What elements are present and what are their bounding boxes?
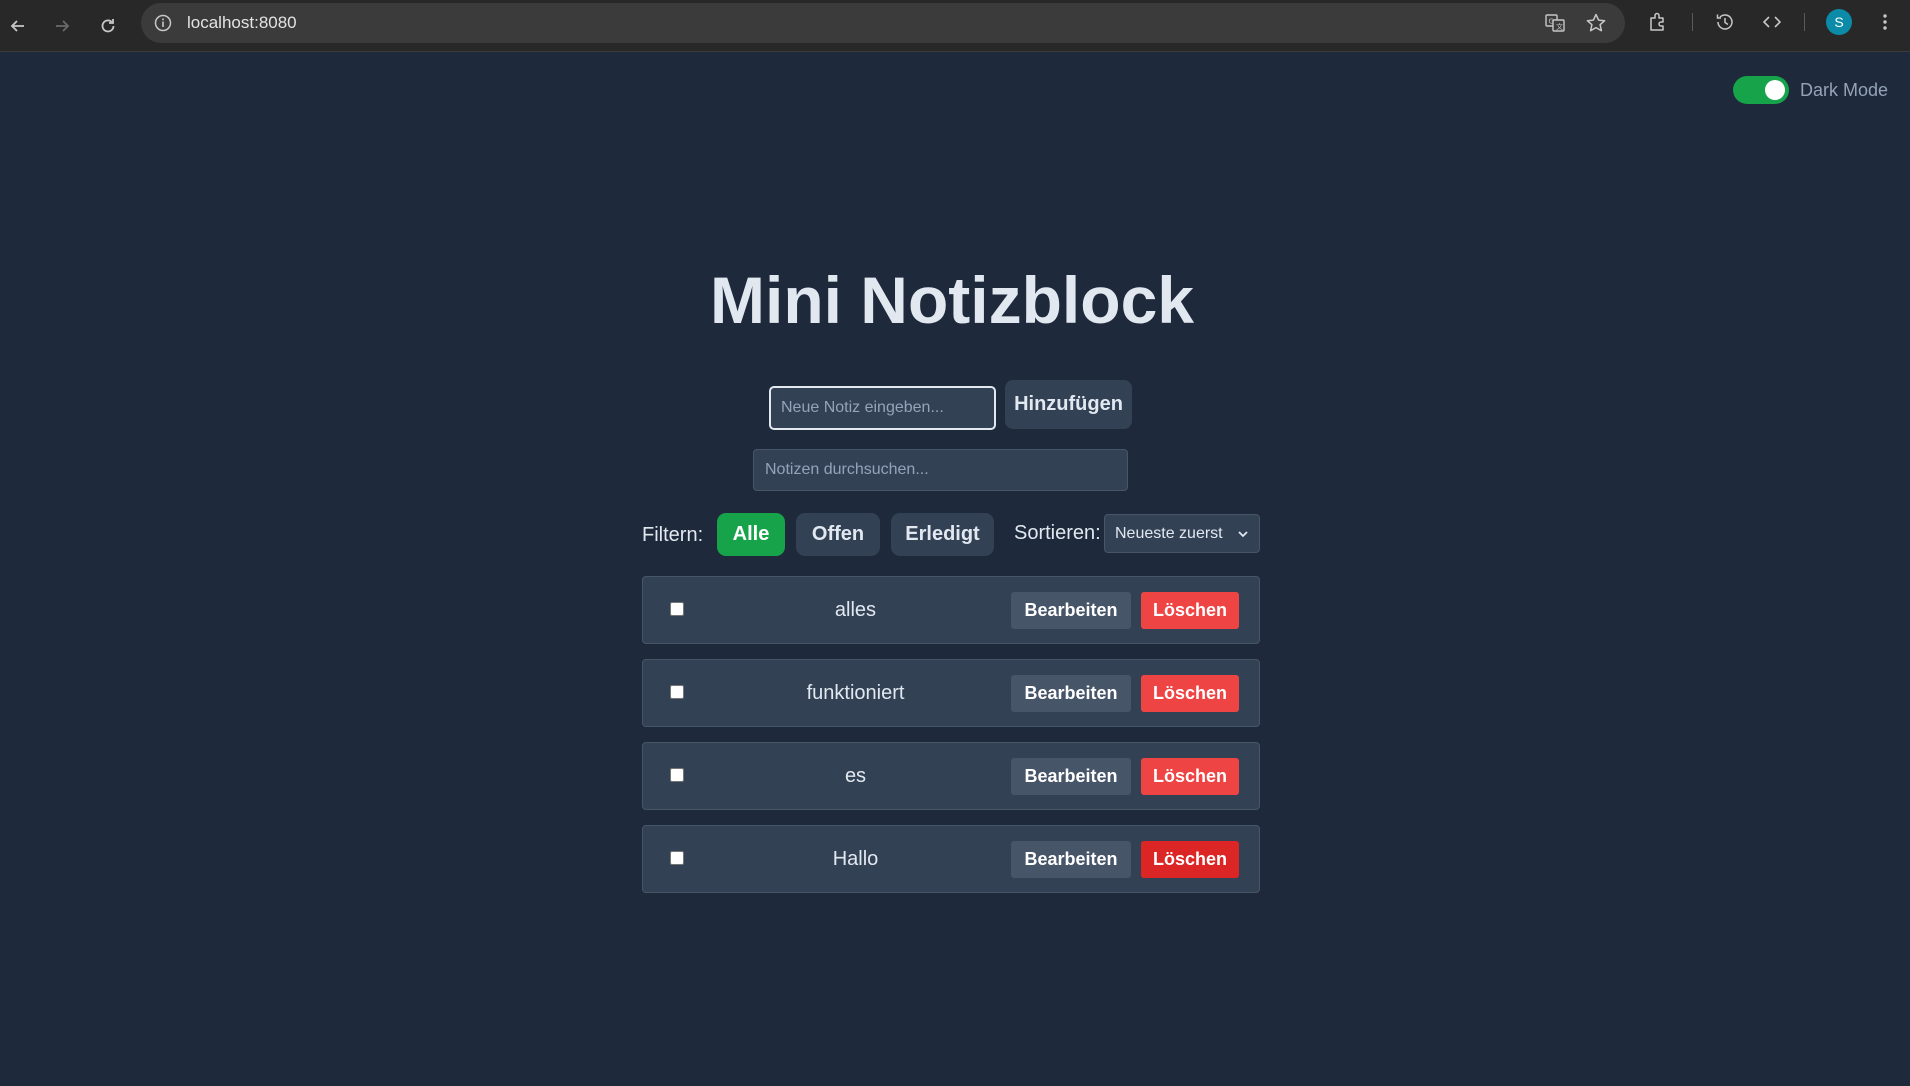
note-item: Hallo Bearbeiten Löschen xyxy=(642,825,1260,893)
more-menu-icon[interactable] xyxy=(1874,11,1896,33)
filter-all-button[interactable]: Alle xyxy=(717,513,785,556)
delete-button[interactable]: Löschen xyxy=(1141,841,1239,878)
note-item: alles Bearbeiten Löschen xyxy=(642,576,1260,644)
note-text: funktioniert xyxy=(806,682,905,704)
sort-select[interactable]: Neueste zuerst xyxy=(1104,514,1260,553)
reload-icon xyxy=(101,19,115,33)
url-text: localhost:8080 xyxy=(187,13,297,32)
history-icon[interactable] xyxy=(1714,11,1736,33)
note-text: alles xyxy=(834,599,877,621)
code-icon[interactable] xyxy=(1761,11,1783,33)
add-note-button[interactable]: Hinzufügen xyxy=(1005,380,1132,429)
toolbar-divider xyxy=(1692,13,1693,31)
dark-mode-toggle[interactable] xyxy=(1733,76,1789,104)
note-text: es xyxy=(844,765,867,787)
dark-mode-switch[interactable]: Dark Mode xyxy=(1733,76,1888,104)
arrow-right-icon xyxy=(56,20,70,32)
reload-button[interactable] xyxy=(92,10,124,42)
edit-button[interactable]: Bearbeiten xyxy=(1011,592,1131,629)
chevron-down-icon xyxy=(1238,530,1248,537)
star-icon[interactable] xyxy=(1585,12,1607,34)
back-button[interactable] xyxy=(2,10,34,42)
note-item: es Bearbeiten Löschen xyxy=(642,742,1260,810)
edit-button[interactable]: Bearbeiten xyxy=(1011,675,1131,712)
dark-mode-label: Dark Mode xyxy=(1800,79,1889,100)
browser-toolbar: localhost:8080 G文 S xyxy=(0,0,1910,52)
address-bar[interactable]: localhost:8080 G文 xyxy=(141,3,1625,43)
filter-open-button[interactable]: Offen xyxy=(796,513,880,556)
svg-text:文: 文 xyxy=(1556,22,1563,31)
delete-button[interactable]: Löschen xyxy=(1141,592,1239,629)
translate-icon[interactable]: G文 xyxy=(1544,12,1566,34)
arrow-left-icon xyxy=(10,20,24,32)
info-icon[interactable] xyxy=(153,13,173,33)
note-item: funktioniert Bearbeiten Löschen xyxy=(642,659,1260,727)
note-text: Hallo xyxy=(832,848,879,870)
delete-button[interactable]: Löschen xyxy=(1141,675,1239,712)
sort-selected-value: Neueste zuerst xyxy=(1115,524,1223,542)
page-title: Mini Notizblock xyxy=(710,263,1194,337)
toggle-knob xyxy=(1765,80,1785,100)
filter-done-button[interactable]: Erledigt xyxy=(891,513,994,556)
forward-button[interactable] xyxy=(46,10,78,42)
new-note-input[interactable] xyxy=(769,386,996,430)
edit-button[interactable]: Bearbeiten xyxy=(1011,841,1131,878)
edit-button[interactable]: Bearbeiten xyxy=(1011,758,1131,795)
delete-button[interactable]: Löschen xyxy=(1141,758,1239,795)
sort-label: Sortieren: xyxy=(1014,522,1101,544)
search-input[interactable] xyxy=(753,449,1128,491)
toolbar-divider xyxy=(1804,13,1805,31)
svg-text:G: G xyxy=(1549,18,1554,26)
extensions-icon[interactable] xyxy=(1647,11,1669,33)
profile-avatar[interactable]: S xyxy=(1826,9,1852,35)
filter-label: Filtern: xyxy=(642,524,704,546)
